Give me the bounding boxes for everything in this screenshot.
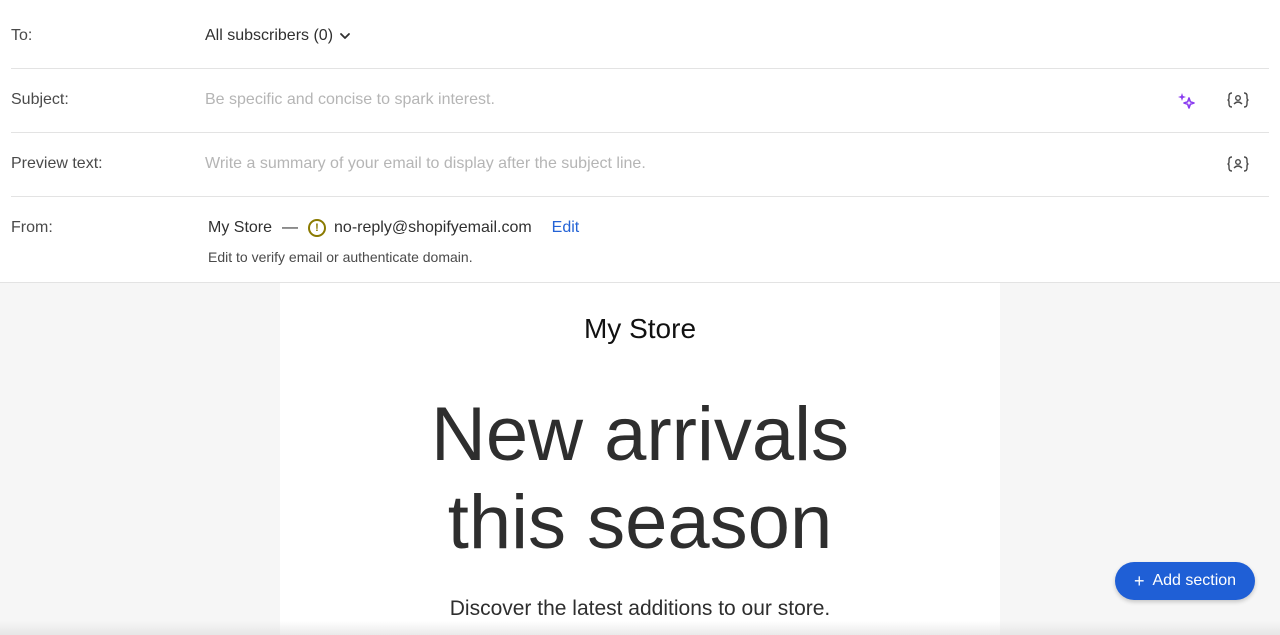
recipients-dropdown[interactable]: All subscribers (0)	[205, 27, 351, 45]
hero-subline[interactable]: Discover the latest additions to our sto…	[280, 597, 1000, 621]
subject-label: Subject:	[11, 91, 69, 108]
to-label: To:	[11, 27, 33, 44]
subject-input[interactable]: Be specific and concise to spark interes…	[205, 91, 495, 109]
sender-name: My Store	[208, 219, 273, 236]
hero-headline-line-2: this season	[447, 480, 833, 565]
warning-circle-icon: !	[308, 219, 327, 237]
preview-text-input[interactable]: Write a summary of your email to display…	[205, 155, 646, 173]
preview-text-row: Preview text: Write a summary of your em…	[11, 133, 1269, 197]
add-section-label: Add section	[1152, 572, 1237, 589]
subject-row: Subject: Be specific and concise to spar…	[11, 69, 1269, 133]
bottom-shadow	[0, 621, 1280, 635]
preview-text-label: Preview text:	[11, 155, 103, 172]
hero-headline[interactable]: New arrivals this season	[280, 391, 1000, 567]
sender-email: no-reply@shopifyemail.com	[334, 219, 532, 236]
from-label: From:	[11, 219, 53, 236]
personalize-variable-icon[interactable]	[1226, 88, 1250, 112]
store-name-heading[interactable]: My Store	[280, 313, 1000, 345]
sender-separator: —	[282, 219, 299, 236]
chevron-down-icon	[340, 33, 350, 39]
email-preview-canvas: My Store New arrivals this season Discov…	[0, 283, 1280, 635]
from-sender: My Store — ! no-reply@shopifyemail.com E…	[208, 219, 579, 237]
sparkle-icon[interactable]	[1174, 88, 1198, 112]
edit-sender-link[interactable]: Edit	[552, 219, 580, 237]
sender-help-text: Edit to verify email or authenticate dom…	[208, 249, 473, 265]
hero-headline-line-1: New arrivals	[430, 392, 850, 477]
email-body: My Store New arrivals this season Discov…	[280, 283, 1000, 635]
add-section-button[interactable]: + Add section	[1115, 562, 1255, 600]
personalize-variable-icon[interactable]	[1226, 152, 1250, 176]
to-row: To: All subscribers (0)	[11, 6, 1269, 69]
from-row: From: My Store — ! no-reply@shopifyemail…	[11, 197, 1269, 281]
plus-icon: +	[1133, 570, 1145, 591]
recipients-value: All subscribers (0)	[205, 27, 334, 44]
email-header-form: To: All subscribers (0) Subject: Be spec…	[0, 0, 1280, 283]
